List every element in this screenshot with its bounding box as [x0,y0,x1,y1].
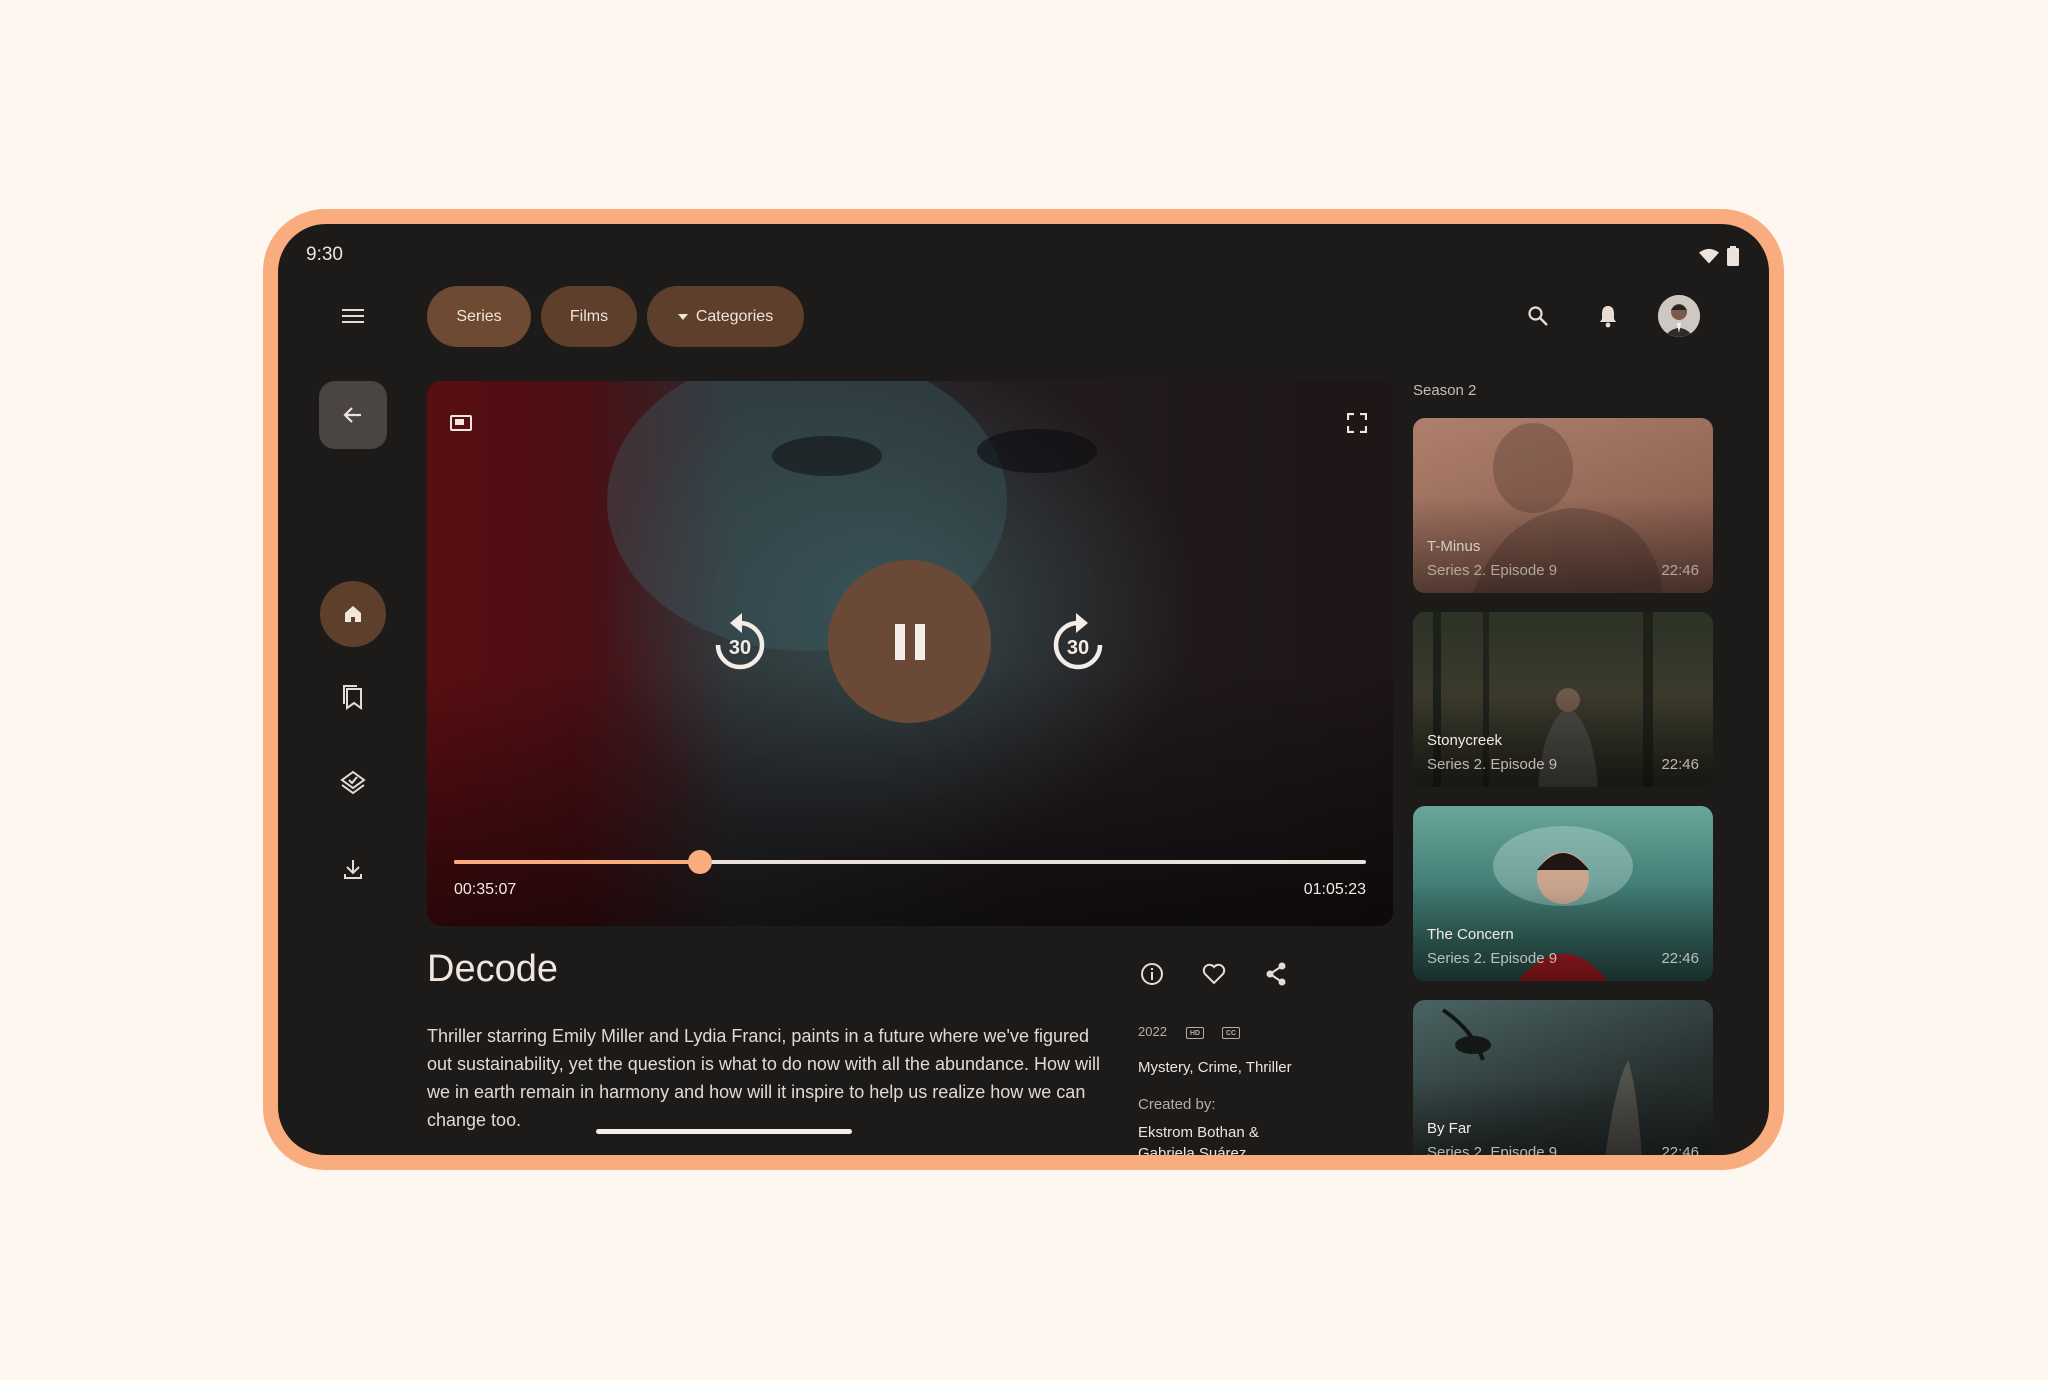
search-icon [1528,306,1548,326]
chip-categories[interactable]: Categories [647,286,804,347]
show-title: Decode [427,948,558,990]
episode-subtitle: Series 2. Episode 9 [1427,756,1558,773]
info-button[interactable] [1132,954,1172,994]
tablet-screen: 9:30 Series Films Categories 30 30 00:35… [278,224,1769,1155]
release-year: 2022 [1138,1024,1167,1039]
created-by-label: Created by: [1138,1096,1216,1113]
bookmarks-icon [343,685,362,710]
progress-fill [454,860,701,864]
pause-button[interactable] [828,560,991,723]
rewind-30-label: 30 [728,637,752,659]
menu-button[interactable] [328,286,378,346]
chip-films-label: Films [569,307,609,325]
season-label: Season 2 [1413,382,1477,399]
episode-duration: 22:46 [1661,950,1699,967]
share-icon [1266,962,1286,986]
chip-films[interactable]: Films [541,286,637,347]
download-icon [344,860,362,879]
picture-in-picture-button[interactable] [441,403,481,443]
picture-in-picture-icon [450,415,472,431]
chip-series-label: Series [456,307,502,325]
episode-card[interactable]: The Concern Series 2. Episode 9 22:46 [1413,806,1713,981]
bell-icon [1600,306,1616,328]
status-icons [1699,246,1739,266]
progress-slider[interactable] [454,850,1366,874]
gesture-handle[interactable] [596,1129,852,1134]
forward-30-button[interactable]: 30 [1048,609,1108,673]
home-icon [345,606,361,622]
episode-duration: 22:46 [1661,562,1699,579]
menu-icon [342,309,364,323]
genres: Mystery, Crime, Thriller [1138,1059,1292,1076]
episode-title: T-Minus [1427,538,1481,555]
episode-title: The Concern [1427,926,1514,943]
total-duration: 01:05:23 [1303,881,1366,898]
show-description: Thriller starring Emily Miller and Lydia… [427,1026,1101,1130]
back-button[interactable] [319,381,387,449]
fullscreen-button[interactable] [1337,403,1377,443]
status-time: 9:30 [306,244,343,265]
episode-title: By Far [1427,1120,1472,1137]
favorite-button[interactable] [1194,954,1234,994]
nav-downloads[interactable] [323,839,383,899]
notifications-button[interactable] [1588,296,1628,336]
episode-duration: 22:46 [1661,756,1699,773]
episode-title: Stonycreek [1427,732,1503,749]
back-arrow-icon [343,407,361,423]
battery-icon [1727,246,1739,266]
episode-subtitle: Series 2. Episode 9 [1427,562,1558,579]
episode-card[interactable]: By Far Series 2. Episode 9 22:46 [1413,1000,1713,1155]
rewind-30-button[interactable]: 30 [710,609,770,673]
episode-subtitle: Series 2. Episode 9 [1427,1144,1558,1155]
avatar[interactable] [1658,295,1700,337]
fullscreen-icon [1347,413,1367,433]
forward-30-label: 30 [1066,637,1090,659]
wifi-icon [1699,248,1719,264]
episode-duration: 22:46 [1661,1144,1699,1155]
nav-layers[interactable] [323,753,383,813]
info-icon [1141,963,1163,985]
pause-icon [894,623,925,660]
dropdown-arrow-icon [677,313,688,320]
cc-badge: CC [1222,1027,1240,1039]
share-button[interactable] [1256,954,1296,994]
nav-bookmarks[interactable] [323,667,383,727]
chip-series[interactable]: Series [427,286,531,347]
search-button[interactable] [1518,296,1558,336]
video-player[interactable]: 30 30 00:35:07 01:05:23 [427,381,1393,926]
creators: Ekstrom Bothan & Gabriela Suárez [1138,1124,1259,1155]
episode-subtitle: Series 2. Episode 9 [1427,950,1558,967]
episode-card[interactable]: Stonycreek Series 2. Episode 9 22:46 [1413,612,1713,787]
layers-icon [340,770,366,795]
elapsed-time: 00:35:07 [454,881,517,898]
hd-badge: HD [1186,1027,1204,1039]
nav-home[interactable] [320,581,386,647]
episode-card[interactable]: T-Minus Series 2. Episode 9 22:46 [1413,418,1713,593]
chip-categories-label: Categories [695,307,774,325]
heart-icon [1202,963,1226,985]
